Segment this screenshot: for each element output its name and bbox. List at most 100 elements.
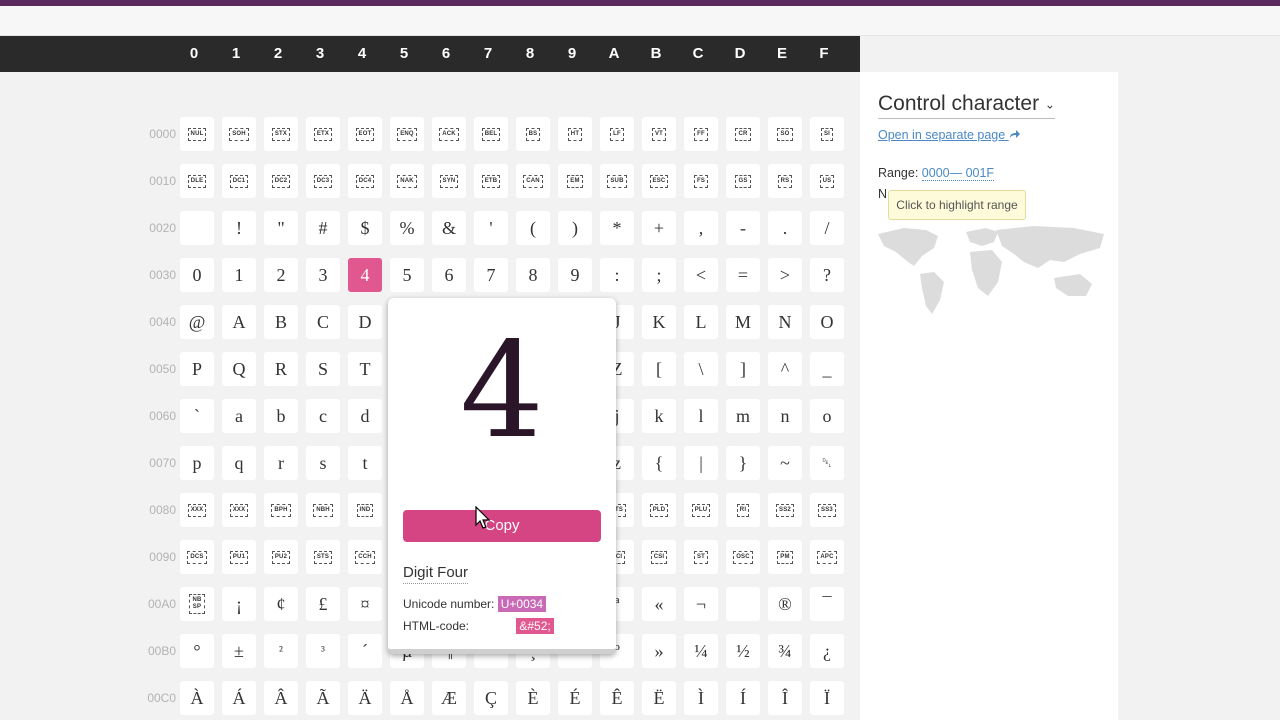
char-cell[interactable]: | bbox=[684, 446, 718, 480]
control-char-cell[interactable]: SS3 bbox=[810, 493, 844, 527]
char-cell[interactable]: n bbox=[768, 399, 802, 433]
char-cell[interactable]: ¼ bbox=[684, 634, 718, 668]
char-cell[interactable]: : bbox=[600, 258, 634, 292]
char-cell[interactable]: Æ bbox=[432, 681, 466, 715]
char-cell[interactable]: " bbox=[264, 211, 298, 245]
char-cell[interactable]: ³ bbox=[306, 634, 340, 668]
char-cell[interactable]: 5 bbox=[390, 258, 424, 292]
blank-char-cell[interactable] bbox=[726, 587, 760, 621]
control-char-cell[interactable]: STX bbox=[264, 117, 298, 151]
char-cell[interactable]: À bbox=[180, 681, 214, 715]
char-cell[interactable]: l bbox=[684, 399, 718, 433]
char-cell[interactable]: » bbox=[642, 634, 676, 668]
char-cell[interactable]: ¢ bbox=[264, 587, 298, 621]
control-char-cell[interactable]: RS bbox=[768, 164, 802, 198]
char-cell[interactable]: * bbox=[600, 211, 634, 245]
char-cell[interactable]: ; bbox=[642, 258, 676, 292]
unicode-number-value[interactable]: U+0034 bbox=[497, 596, 547, 612]
char-cell[interactable]: Ì bbox=[684, 681, 718, 715]
control-char-cell[interactable]: IND bbox=[348, 493, 382, 527]
control-char-cell[interactable]: ACK bbox=[432, 117, 466, 151]
char-cell[interactable]: ´ bbox=[348, 634, 382, 668]
blank-char-cell[interactable] bbox=[180, 211, 214, 245]
control-char-cell[interactable]: EOT bbox=[348, 117, 382, 151]
control-char-cell[interactable]: ENQ bbox=[390, 117, 424, 151]
char-cell[interactable]: Ë bbox=[642, 681, 676, 715]
char-cell[interactable]: ¿ bbox=[810, 634, 844, 668]
char-cell[interactable]: Ä bbox=[348, 681, 382, 715]
char-cell[interactable]: 6 bbox=[432, 258, 466, 292]
control-char-cell[interactable]: SO bbox=[768, 117, 802, 151]
char-cell[interactable]: R bbox=[264, 352, 298, 386]
char-cell[interactable]: Å bbox=[390, 681, 424, 715]
control-char-cell[interactable]: NAK bbox=[390, 164, 424, 198]
control-char-cell[interactable]: SOH bbox=[222, 117, 256, 151]
char-cell[interactable]: ¤ bbox=[348, 587, 382, 621]
char-cell[interactable]: d bbox=[348, 399, 382, 433]
char-cell[interactable]: N bbox=[768, 305, 802, 339]
char-cell[interactable]: ² bbox=[264, 634, 298, 668]
char-cell[interactable]: \ bbox=[684, 352, 718, 386]
char-cell[interactable]: [ bbox=[642, 352, 676, 386]
char-cell[interactable]: M bbox=[726, 305, 760, 339]
char-cell[interactable]: T bbox=[348, 352, 382, 386]
char-cell[interactable]: « bbox=[642, 587, 676, 621]
char-cell[interactable]: t bbox=[348, 446, 382, 480]
char-cell[interactable]: . bbox=[768, 211, 802, 245]
control-char-cell[interactable]: PLU bbox=[684, 493, 718, 527]
char-cell[interactable]: 0 bbox=[180, 258, 214, 292]
char-cell[interactable]: p bbox=[180, 446, 214, 480]
char-cell[interactable]: ? bbox=[810, 258, 844, 292]
control-char-cell[interactable]: BPH bbox=[264, 493, 298, 527]
char-cell[interactable]: ` bbox=[180, 399, 214, 433]
char-cell[interactable]: } bbox=[726, 446, 760, 480]
control-char-cell[interactable]: PM bbox=[768, 540, 802, 574]
char-cell[interactable]: ± bbox=[222, 634, 256, 668]
char-cell[interactable]: m bbox=[726, 399, 760, 433]
control-char-cell[interactable]: HT bbox=[558, 117, 592, 151]
control-char-cell[interactable]: XXX bbox=[222, 493, 256, 527]
control-char-cell[interactable]: ST bbox=[684, 540, 718, 574]
control-char-cell[interactable]: ESC bbox=[642, 164, 676, 198]
control-char-cell[interactable]: GS bbox=[726, 164, 760, 198]
char-cell[interactable]: ® bbox=[768, 587, 802, 621]
html-code-value[interactable]: &#52; bbox=[516, 618, 554, 634]
range-link[interactable]: 0000— 001F bbox=[921, 166, 995, 181]
control-char-cell[interactable]: VT bbox=[642, 117, 676, 151]
control-char-cell[interactable]: DCS bbox=[180, 540, 214, 574]
control-char-cell[interactable]: SS2 bbox=[768, 493, 802, 527]
char-cell[interactable]: - bbox=[726, 211, 760, 245]
control-char-cell[interactable]: NB SP bbox=[180, 587, 214, 621]
char-cell[interactable]: > bbox=[768, 258, 802, 292]
char-cell[interactable]: 7 bbox=[474, 258, 508, 292]
control-char-cell[interactable]: US bbox=[810, 164, 844, 198]
char-cell[interactable]: { bbox=[642, 446, 676, 480]
control-char-cell[interactable]: PU1 bbox=[222, 540, 256, 574]
char-cell[interactable]: A bbox=[222, 305, 256, 339]
control-char-cell[interactable]: PU2 bbox=[264, 540, 298, 574]
char-cell[interactable]: C bbox=[306, 305, 340, 339]
char-cell[interactable]: q bbox=[222, 446, 256, 480]
control-char-cell[interactable]: BS bbox=[516, 117, 550, 151]
char-cell[interactable]: P bbox=[180, 352, 214, 386]
char-cell[interactable]: 9 bbox=[558, 258, 592, 292]
char-cell[interactable]: = bbox=[726, 258, 760, 292]
char-cell[interactable]: Á bbox=[222, 681, 256, 715]
char-cell[interactable]: B bbox=[264, 305, 298, 339]
control-char-cell[interactable]: NUL bbox=[180, 117, 214, 151]
control-char-cell[interactable]: SYN bbox=[432, 164, 466, 198]
char-cell[interactable]: @ bbox=[180, 305, 214, 339]
char-cell[interactable]: o bbox=[810, 399, 844, 433]
char-cell[interactable]: L bbox=[684, 305, 718, 339]
selected-char-cell[interactable]: 4 bbox=[348, 258, 382, 292]
control-char-cell[interactable]: EM bbox=[558, 164, 592, 198]
char-cell[interactable]: Í bbox=[726, 681, 760, 715]
control-char-cell[interactable]: DC3 bbox=[306, 164, 340, 198]
char-cell[interactable]: r bbox=[264, 446, 298, 480]
char-cell[interactable]: $ bbox=[348, 211, 382, 245]
char-cell[interactable]: K bbox=[642, 305, 676, 339]
char-cell[interactable]: ¾ bbox=[768, 634, 802, 668]
char-cell[interactable]: ¯ bbox=[810, 587, 844, 621]
char-cell[interactable]: ½ bbox=[726, 634, 760, 668]
char-cell[interactable]: Â bbox=[264, 681, 298, 715]
